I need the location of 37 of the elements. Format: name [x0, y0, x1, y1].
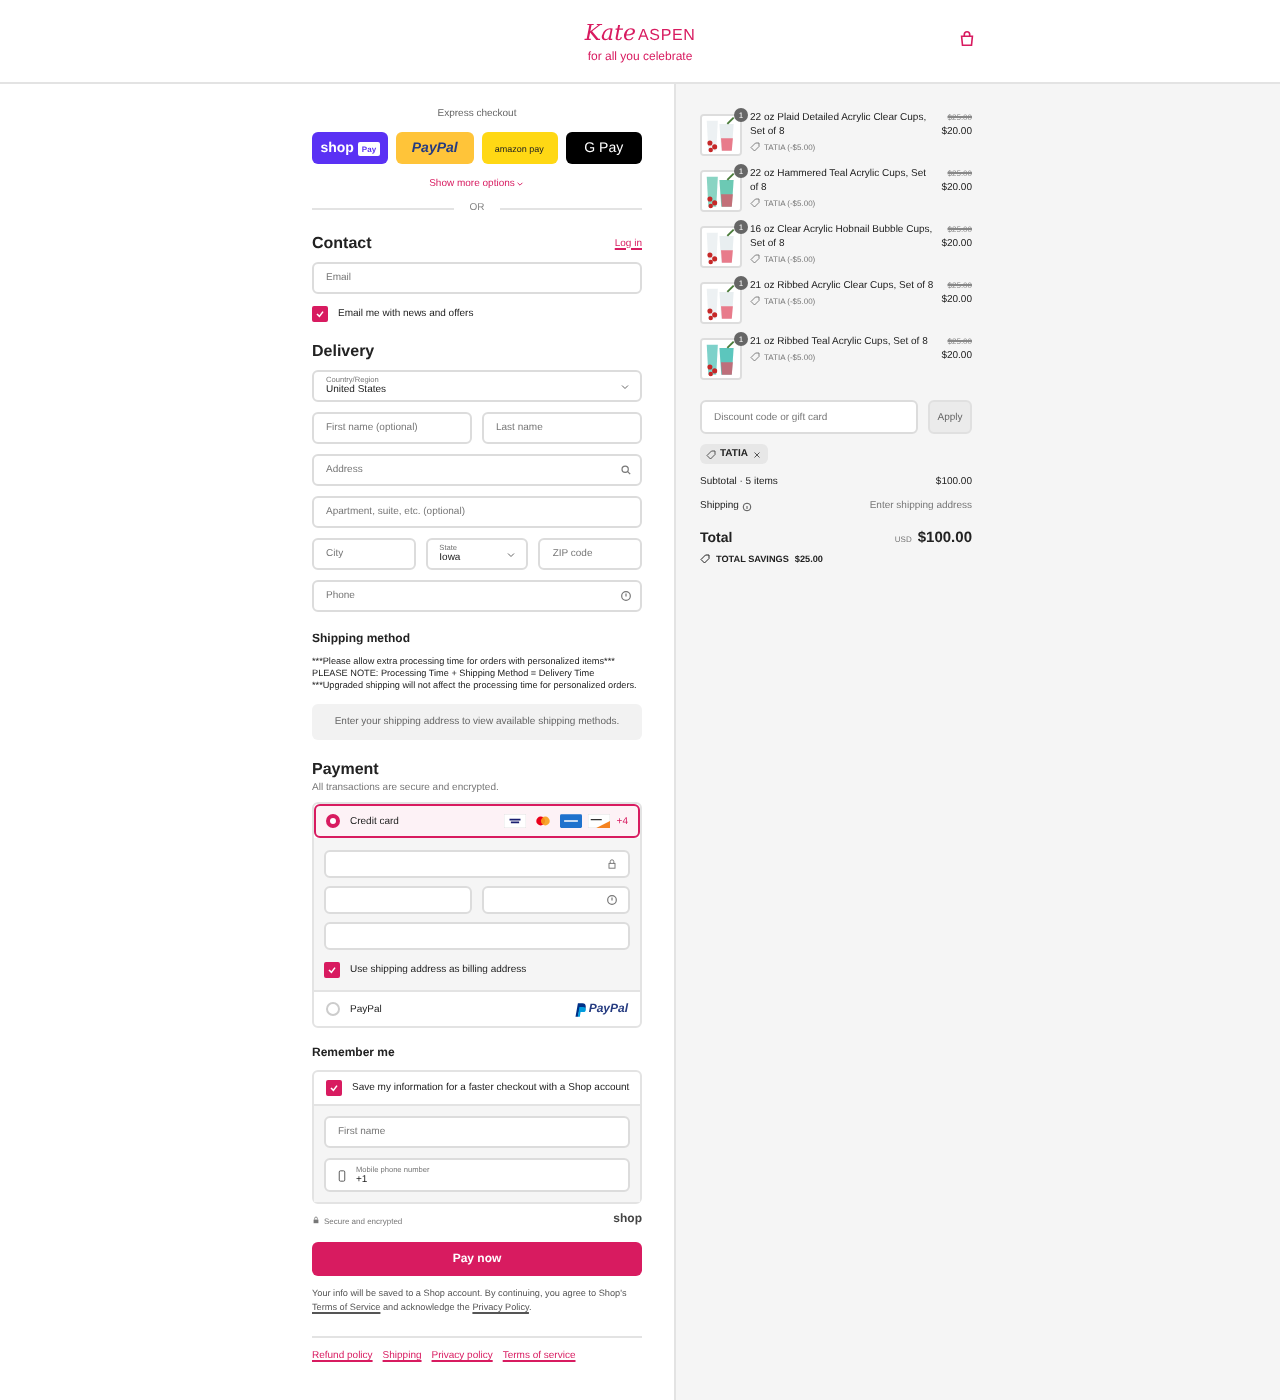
- tag-icon: [706, 449, 716, 459]
- checkbox[interactable]: [312, 306, 328, 322]
- tag-icon: [700, 554, 710, 564]
- section-heading: Delivery: [312, 342, 377, 360]
- tag-icon: [750, 142, 760, 152]
- tag-icon: [750, 254, 760, 264]
- lock-icon: [312, 1216, 320, 1224]
- mastercard-icon: [532, 814, 555, 828]
- brand-logo: ASPEN: [638, 25, 696, 43]
- security-code-field[interactable]: [482, 886, 630, 914]
- lock-icon: [606, 858, 618, 870]
- chevron-down-icon: [620, 382, 630, 392]
- card-number-field[interactable]: [324, 850, 630, 878]
- tag-icon: [750, 296, 760, 306]
- checkbox[interactable]: [324, 962, 340, 978]
- help-icon: [606, 894, 618, 906]
- discover-card-icon: [588, 814, 611, 828]
- caret-icon: [516, 180, 525, 188]
- close-icon[interactable]: [751, 449, 762, 459]
- visa-card-icon: [504, 814, 527, 828]
- help-icon: [620, 590, 632, 602]
- search-icon: [620, 464, 632, 476]
- paypal-p-icon: [574, 1001, 587, 1017]
- radio-button[interactable]: [326, 814, 340, 828]
- help-icon[interactable]: [742, 501, 753, 511]
- section-heading: Contact: [312, 234, 372, 252]
- amex-card-icon: [560, 814, 583, 828]
- section-heading: Payment: [312, 760, 381, 778]
- shopping-bag-icon[interactable]: [958, 30, 976, 48]
- brand-logo-script: Kate: [584, 19, 637, 45]
- chevron-down-icon: [506, 550, 517, 560]
- tag-icon: [750, 198, 760, 208]
- tag-icon: [750, 352, 760, 362]
- checkbox[interactable]: [326, 1080, 342, 1096]
- expiration-date-field[interactable]: [324, 886, 472, 914]
- name-on-card-field[interactable]: [324, 922, 630, 950]
- phone-icon: [338, 1169, 346, 1181]
